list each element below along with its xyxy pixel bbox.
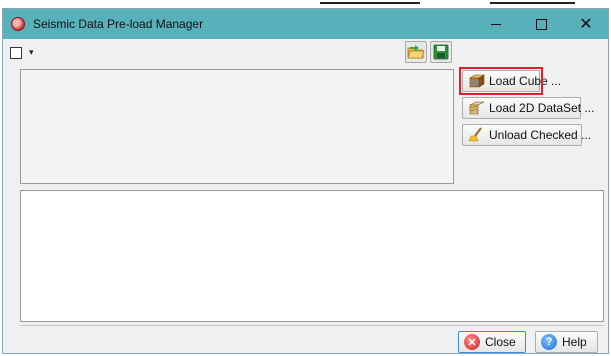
load-cube-label: Load Cube ... <box>489 74 562 88</box>
window-close-button[interactable]: ✕ <box>564 9 608 39</box>
strip-mark <box>490 2 575 4</box>
preload-manager-window: Seismic Data Pre-load Manager ✕ ▾ Load C <box>2 8 609 354</box>
save-button[interactable] <box>430 41 452 63</box>
close-label: Close <box>485 335 516 349</box>
app-icon <box>11 17 25 31</box>
maximize-button[interactable] <box>519 9 563 39</box>
cube-icon <box>468 74 486 88</box>
select-dropdown-icon[interactable]: ▾ <box>29 47 34 58</box>
load-2d-dataset-button[interactable]: Load 2D DataSet ... <box>462 97 594 119</box>
help-label: Help <box>562 335 587 349</box>
minimize-button[interactable] <box>474 9 518 39</box>
save-disk-icon <box>433 44 449 60</box>
minimize-icon <box>491 23 501 25</box>
load-2d-label: Load 2D DataSet ... <box>489 101 595 115</box>
window-title: Seismic Data Pre-load Manager <box>33 17 204 31</box>
select-all-checkbox[interactable] <box>10 47 22 59</box>
load-cube-button[interactable]: Load Cube ... <box>462 70 561 92</box>
details-panel[interactable] <box>20 190 604 322</box>
unload-checked-button[interactable]: Unload Checked ... <box>462 124 591 146</box>
open-folder-icon <box>407 45 425 59</box>
help-circle-icon: ? <box>541 334 557 350</box>
loaded-data-list[interactable] <box>20 69 454 184</box>
unload-label: Unload Checked ... <box>489 128 592 142</box>
strip-mark <box>320 2 420 4</box>
top-strip <box>0 0 611 8</box>
close-button[interactable]: ✕ Close <box>458 331 526 353</box>
help-button[interactable]: ? Help <box>535 331 598 353</box>
titlebar: Seismic Data Pre-load Manager ✕ <box>3 9 608 39</box>
broom-icon <box>468 127 482 142</box>
close-icon: ✕ <box>579 16 593 33</box>
close-circle-icon: ✕ <box>464 334 480 350</box>
footer-divider <box>20 325 604 326</box>
dataset-2d-icon <box>469 101 485 115</box>
maximize-icon <box>535 18 547 30</box>
open-button[interactable] <box>405 41 427 63</box>
